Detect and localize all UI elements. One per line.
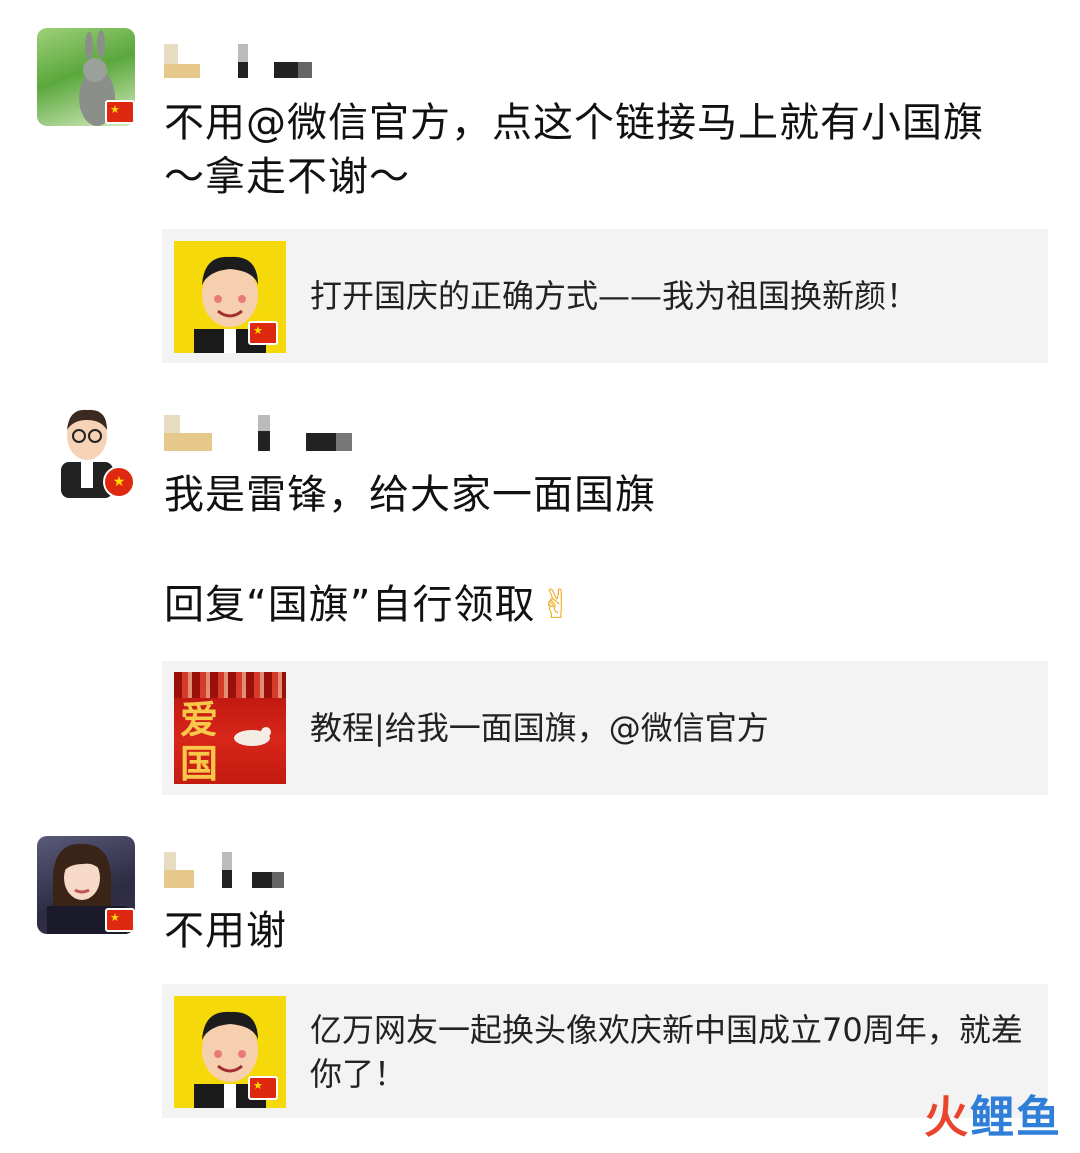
flag-badge: ★: [105, 908, 135, 932]
flag-badge: ★: [105, 100, 135, 124]
link-card-title: 教程|给我一面国旗，@微信官方: [310, 709, 769, 747]
watermark-logo: 火鲤鱼: [924, 1081, 1062, 1145]
link-card-title: 打开国庆的正确方式——我为祖国换新颜！: [310, 277, 919, 315]
link-card[interactable]: ★ 亿万网友一起换头像欢庆新中国成立70周年，就差你了！: [162, 984, 1048, 1118]
watermark-left: 火: [924, 1092, 970, 1143]
cartoon-man-thumbnail: ★: [174, 241, 286, 353]
flag-badge: ★: [248, 321, 278, 345]
post-text: 不用谢: [164, 908, 287, 954]
post-text-line-2-label: 回复“国旗”自行领取: [164, 582, 536, 628]
watermark-right: 鲤鱼: [970, 1092, 1062, 1143]
avatar[interactable]: ★: [37, 400, 135, 498]
link-card[interactable]: 爱国 教程|给我一面国旗，@微信官方: [162, 661, 1048, 795]
cartoon-man-thumbnail: ★: [174, 996, 286, 1108]
flag-badge: ★: [103, 466, 135, 498]
avatar[interactable]: ★: [37, 28, 135, 126]
post-text-line-2: 回复“国旗”自行领取 ✌: [164, 578, 574, 632]
post-text: 不用@微信官方，点这个链接马上就有小国旗～拿走不谢～: [164, 100, 984, 200]
avatar[interactable]: ★: [37, 836, 135, 934]
post-text-line-1: 我是雷锋，给大家一面国旗: [164, 472, 656, 518]
link-card[interactable]: ★ 打开国庆的正确方式——我为祖国换新颜！: [162, 229, 1048, 363]
ai-guo-poster-thumbnail: 爱国: [174, 672, 286, 784]
link-card-title: 亿万网友一起换头像欢庆新中国成立70周年，就差你了！: [310, 1011, 1023, 1093]
flag-badge: ★: [248, 1076, 278, 1100]
victory-hand-icon: ✌: [539, 582, 574, 628]
